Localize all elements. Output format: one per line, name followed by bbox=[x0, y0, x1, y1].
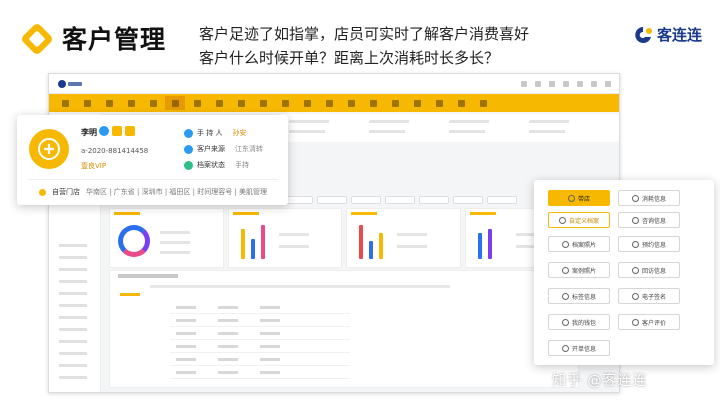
clock-icon bbox=[631, 240, 639, 248]
action-button-customer-review[interactable]: 客户评价 bbox=[618, 314, 680, 330]
photo-icon bbox=[561, 240, 569, 248]
action-button-e-signature[interactable]: 电子签名 bbox=[618, 288, 680, 304]
headline: 客户足迹了如指掌，店员可实时了解客户消费喜好 客户什么时候开单？距离上次消耗时长… bbox=[199, 22, 579, 70]
consume-icon bbox=[631, 194, 639, 202]
nav-item[interactable] bbox=[385, 96, 405, 110]
case-icon bbox=[561, 266, 569, 274]
app-detail-table bbox=[170, 301, 350, 379]
action-button-profile-photo[interactable]: 档案照片 bbox=[548, 236, 610, 252]
action-button-tag-info[interactable]: 标签信息 bbox=[548, 288, 610, 304]
app-tab[interactable] bbox=[385, 196, 415, 204]
customer-level: 壹良VIP bbox=[81, 162, 107, 170]
nav-item[interactable] bbox=[55, 96, 75, 110]
customer-card: 李明 a-2020-881414458 壹良VIP 手 持 人 孙安 客户来源 … bbox=[17, 115, 288, 205]
app-tab-row bbox=[283, 196, 517, 204]
app-summary-row bbox=[279, 114, 619, 142]
avatar-plus-icon bbox=[38, 138, 60, 160]
kpi-card bbox=[109, 208, 224, 268]
store-name: 自营门店 bbox=[52, 188, 80, 196]
nav-item[interactable] bbox=[121, 96, 141, 110]
action-button-custom-profile[interactable]: 自定义档案 bbox=[548, 212, 610, 228]
field-holder: 手 持 人 孙安 bbox=[184, 128, 246, 138]
nav-item[interactable] bbox=[341, 96, 361, 110]
action-button-order-info[interactable]: 开单信息 bbox=[548, 340, 610, 356]
customer-store: 自营门店 华南区 | 广东省 | 深圳市 | 福田区 | 时间理容号 | 美肌管… bbox=[39, 187, 267, 197]
wallet-icon bbox=[561, 318, 569, 326]
app-tab[interactable] bbox=[453, 196, 483, 204]
nav-item[interactable] bbox=[319, 96, 339, 110]
field-source: 客户来源 江东清转 bbox=[184, 144, 263, 154]
app-top-right-tools bbox=[521, 80, 611, 87]
nav-item[interactable] bbox=[253, 96, 273, 110]
field-status: 档案状态 手持 bbox=[184, 160, 249, 170]
action-button-wallet[interactable]: 我的钱包 bbox=[548, 314, 610, 330]
avatar[interactable] bbox=[29, 129, 69, 169]
nav-item[interactable] bbox=[99, 96, 119, 110]
action-button-consume-info[interactable]: 消耗信息 bbox=[618, 190, 680, 206]
action-panel: 带店 消耗信息 自定义档案 咨询信息 档案照片 预约信息 案例照片 回访信息 标… bbox=[534, 180, 714, 365]
slide: 客户管理 客户足迹了如指掌，店员可实时了解客户消费喜好 客户什么时候开单？距离上… bbox=[0, 0, 720, 405]
customer-name: 李明 bbox=[81, 128, 97, 137]
slide-title: 客户管理 bbox=[62, 25, 167, 54]
nav-item[interactable] bbox=[473, 96, 493, 110]
profile-icon bbox=[558, 216, 566, 224]
store-icon bbox=[567, 194, 575, 202]
app-tab[interactable] bbox=[419, 196, 449, 204]
source-icon bbox=[184, 144, 193, 154]
action-button-appointment-info[interactable]: 预约信息 bbox=[618, 236, 680, 252]
hand-icon bbox=[184, 128, 193, 138]
action-button-consult-info[interactable]: 咨询信息 bbox=[618, 212, 680, 228]
diamond-logo-icon bbox=[22, 24, 52, 54]
app-top-bar bbox=[49, 74, 619, 94]
nav-item[interactable] bbox=[231, 96, 251, 110]
app-tab[interactable] bbox=[317, 196, 347, 204]
nav-item[interactable] bbox=[143, 96, 163, 110]
nav-item[interactable] bbox=[297, 96, 317, 110]
store-path: 华南区 | 广东省 | 深圳市 | 福田区 | 时间理容号 | 美肌管理 bbox=[86, 188, 268, 196]
brand-name: 客连连 bbox=[657, 26, 703, 44]
app-logo-icon bbox=[58, 79, 82, 88]
sign-icon bbox=[631, 292, 639, 300]
app-nav-bar bbox=[49, 94, 619, 112]
nav-item[interactable] bbox=[209, 96, 229, 110]
headline-line-2: 客户什么时候开单？距离上次消耗时长多长？ bbox=[199, 49, 500, 67]
brand-mark-icon bbox=[635, 26, 652, 43]
field-status-value: 手持 bbox=[235, 161, 249, 169]
gift-icon bbox=[112, 126, 122, 136]
store-icon bbox=[39, 188, 46, 196]
customer-id: a-2020-881414458 bbox=[81, 147, 149, 155]
field-source-value: 江东清转 bbox=[235, 145, 263, 153]
status-icon bbox=[184, 160, 193, 170]
app-tab[interactable] bbox=[351, 196, 381, 204]
order-icon bbox=[561, 344, 569, 352]
nav-item[interactable] bbox=[407, 96, 427, 110]
phone-icon bbox=[631, 266, 639, 274]
user-icon bbox=[631, 318, 639, 326]
action-button-case-photo[interactable]: 案例照片 bbox=[548, 262, 610, 278]
donut-chart-icon bbox=[118, 225, 150, 257]
kpi-card bbox=[346, 208, 461, 268]
app-detail-panel bbox=[109, 270, 579, 388]
headline-line-1: 客户足迹了如指掌，店员可实时了解客户消费喜好 bbox=[199, 25, 530, 43]
field-holder-value: 孙安 bbox=[232, 129, 247, 137]
action-button-store[interactable]: 带店 bbox=[548, 190, 610, 206]
nav-item[interactable] bbox=[429, 96, 449, 110]
app-tab[interactable] bbox=[487, 196, 517, 204]
nav-item[interactable] bbox=[187, 96, 207, 110]
kpi-card bbox=[227, 208, 342, 268]
card-icon bbox=[125, 126, 135, 136]
nav-item-active[interactable] bbox=[165, 96, 185, 110]
verified-icon bbox=[99, 126, 109, 136]
nav-item[interactable] bbox=[363, 96, 383, 110]
nav-item[interactable] bbox=[275, 96, 295, 110]
customer-badges bbox=[99, 126, 135, 136]
tag-icon bbox=[561, 292, 569, 300]
nav-item[interactable] bbox=[451, 96, 471, 110]
brand-logo: 客连连 bbox=[632, 24, 702, 45]
chat-icon bbox=[631, 216, 639, 224]
watermark: 知乎 @客连连 bbox=[552, 373, 648, 389]
action-button-followup-info[interactable]: 回访信息 bbox=[618, 262, 680, 278]
nav-item[interactable] bbox=[77, 96, 97, 110]
app-kpi-row bbox=[109, 208, 579, 268]
